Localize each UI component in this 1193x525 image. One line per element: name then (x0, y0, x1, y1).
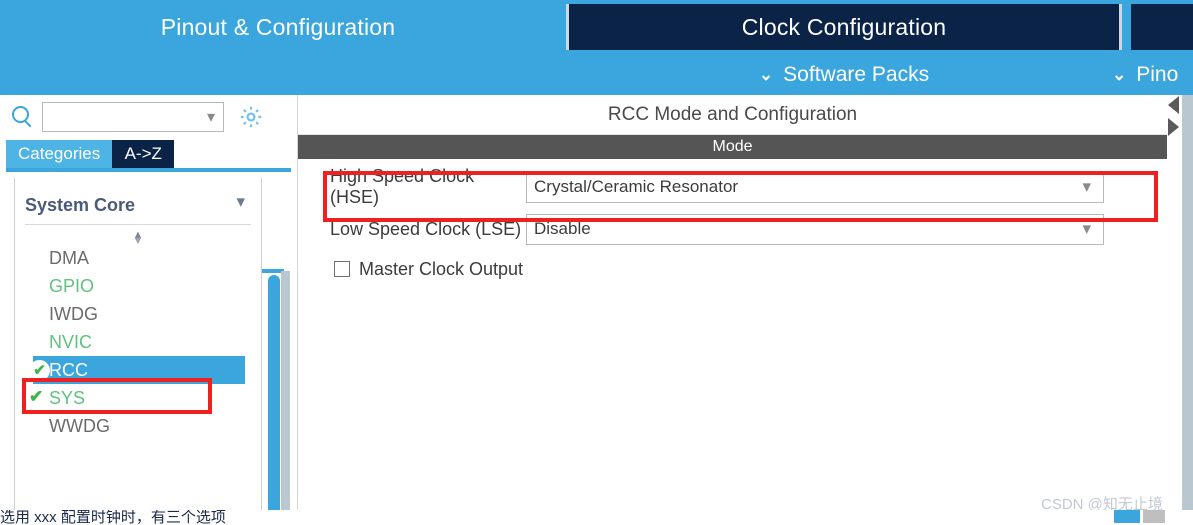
software-packs-label: Software Packs (783, 63, 930, 86)
tree-item-label: RCC (49, 359, 88, 380)
component-tree-panel: ▾ Categories A->Z System Core ▾ ▲ ▼ DMA … (0, 95, 291, 525)
master-clock-output-checkbox[interactable] (334, 261, 350, 277)
sidebar-scrollbar-thumb[interactable] (268, 275, 280, 525)
group-divider (25, 224, 251, 225)
tree-item-label: IWDG (49, 303, 98, 324)
check-circle-icon: ✔ (29, 360, 50, 381)
arrow-right-icon[interactable] (1168, 118, 1179, 136)
rcc-configuration-panel: RCC Mode and Configuration Mode High Spe… (297, 95, 1167, 510)
mode-form: High Speed Clock (HSE) Crystal/Ceramic R… (298, 159, 1167, 283)
tree-item-iwdg[interactable]: IWDG (15, 300, 261, 328)
hse-label: High Speed Clock (HSE) (330, 166, 475, 207)
component-tree: System Core ▾ ▲ ▼ DMA GPIO IWDG NVIC ✔ R… (14, 178, 262, 513)
sidebar-outer-scrollbar[interactable] (281, 271, 290, 525)
hse-select[interactable]: Crystal/Ceramic Resonator ▾ (526, 171, 1104, 203)
tab-categories-label: Categories (18, 144, 101, 163)
tree-item-gpio[interactable]: GPIO (15, 272, 261, 300)
search-input[interactable] (48, 104, 198, 130)
view-tabs-underline (6, 168, 291, 172)
chevron-down-icon[interactable]: ▾ (1082, 177, 1091, 197)
tab-overflow[interactable] (1131, 4, 1193, 50)
hse-value: Crystal/Ceramic Resonator (534, 177, 739, 196)
tree-item-label: SYS (49, 387, 86, 408)
tree-item-wwdg[interactable]: WWDG (15, 412, 261, 440)
top-tab-bar: Pinout & Configuration Clock Configurati… (0, 0, 1193, 95)
tree-item-rcc[interactable]: ✔ RCC (29, 356, 245, 384)
panel-collapse-arrows[interactable] (1168, 96, 1181, 142)
tab-a-to-z-label: A->Z (124, 144, 162, 163)
mode-section-label: Mode (712, 138, 753, 155)
chevron-down-icon[interactable]: ▾ (236, 192, 245, 212)
lse-value: Disable (534, 219, 591, 238)
chevron-down-icon[interactable]: ▾ (207, 107, 215, 127)
pinout-menu[interactable]: ⌄ Pino (1112, 58, 1178, 92)
tree-item-nvic[interactable]: NVIC (15, 328, 261, 356)
search-row: ▾ (0, 99, 289, 135)
tab-pinout-configuration[interactable]: Pinout & Configuration (0, 4, 556, 50)
check-icon: ✔ (29, 387, 44, 406)
gear-icon[interactable] (238, 104, 264, 130)
tab-a-to-z[interactable]: A->Z (112, 140, 175, 168)
tree-item-label: GPIO (49, 275, 95, 296)
pinout-menu-label: Pino (1136, 63, 1179, 86)
tree-item-dma[interactable]: DMA (15, 244, 261, 272)
panel-title-label: RCC Mode and Configuration (607, 103, 858, 125)
tree-item-label: WWDG (49, 415, 110, 436)
mode-section-header: Mode (298, 135, 1167, 159)
footer-gray-marker (1143, 510, 1165, 523)
row-master-clock-output[interactable]: Master Clock Output (298, 255, 1167, 283)
footer-note: 选用 xxx 配置时钟时，有三个选项 (0, 510, 226, 525)
tab-categories[interactable]: Categories (6, 140, 113, 168)
tab-clock-configuration[interactable]: Clock Configuration (566, 4, 1122, 50)
tab-clock-label: Clock Configuration (741, 13, 947, 40)
group-system-core-label: System Core (25, 194, 136, 215)
sort-control[interactable]: ▲ ▼ (15, 230, 261, 247)
chevron-down-icon[interactable]: ▾ (1082, 219, 1091, 239)
lse-select[interactable]: Disable ▾ (526, 213, 1104, 245)
row-hse: High Speed Clock (HSE) Crystal/Ceramic R… (298, 166, 1167, 207)
chevron-down-icon: ⌄ (758, 65, 774, 84)
lse-label: Low Speed Clock (LSE) (330, 218, 522, 239)
search-combo[interactable]: ▾ (42, 102, 224, 132)
bottom-clipped-strip: 选用 xxx 配置时钟时，有三个选项 (0, 510, 1193, 525)
tab-pinout-label: Pinout & Configuration (160, 13, 396, 40)
arrow-left-icon[interactable] (1168, 96, 1179, 114)
check-glyph: ✔ (33, 362, 46, 379)
row-lse: Low Speed Clock (LSE) Disable ▾ (298, 213, 1167, 245)
software-packs-menu[interactable]: ⌄ Software Packs (566, 58, 1122, 92)
group-system-core[interactable]: System Core ▾ (25, 190, 251, 220)
tree-item-label: NVIC (49, 331, 93, 352)
main-scrollbar[interactable] (1182, 95, 1193, 515)
panel-title: RCC Mode and Configuration (298, 95, 1167, 135)
master-clock-output-label: Master Clock Output (359, 258, 524, 279)
chevron-down-icon: ⌄ (1112, 65, 1127, 84)
footer-blue-marker (1114, 510, 1140, 523)
tree-item-sys[interactable]: ✔ SYS (15, 384, 261, 412)
tree-item-label: DMA (49, 247, 89, 268)
stm32cubemx-window: Pinout & Configuration Clock Configurati… (0, 0, 1193, 525)
view-mode-tabs: Categories A->Z (6, 140, 175, 168)
search-icon (10, 104, 36, 130)
